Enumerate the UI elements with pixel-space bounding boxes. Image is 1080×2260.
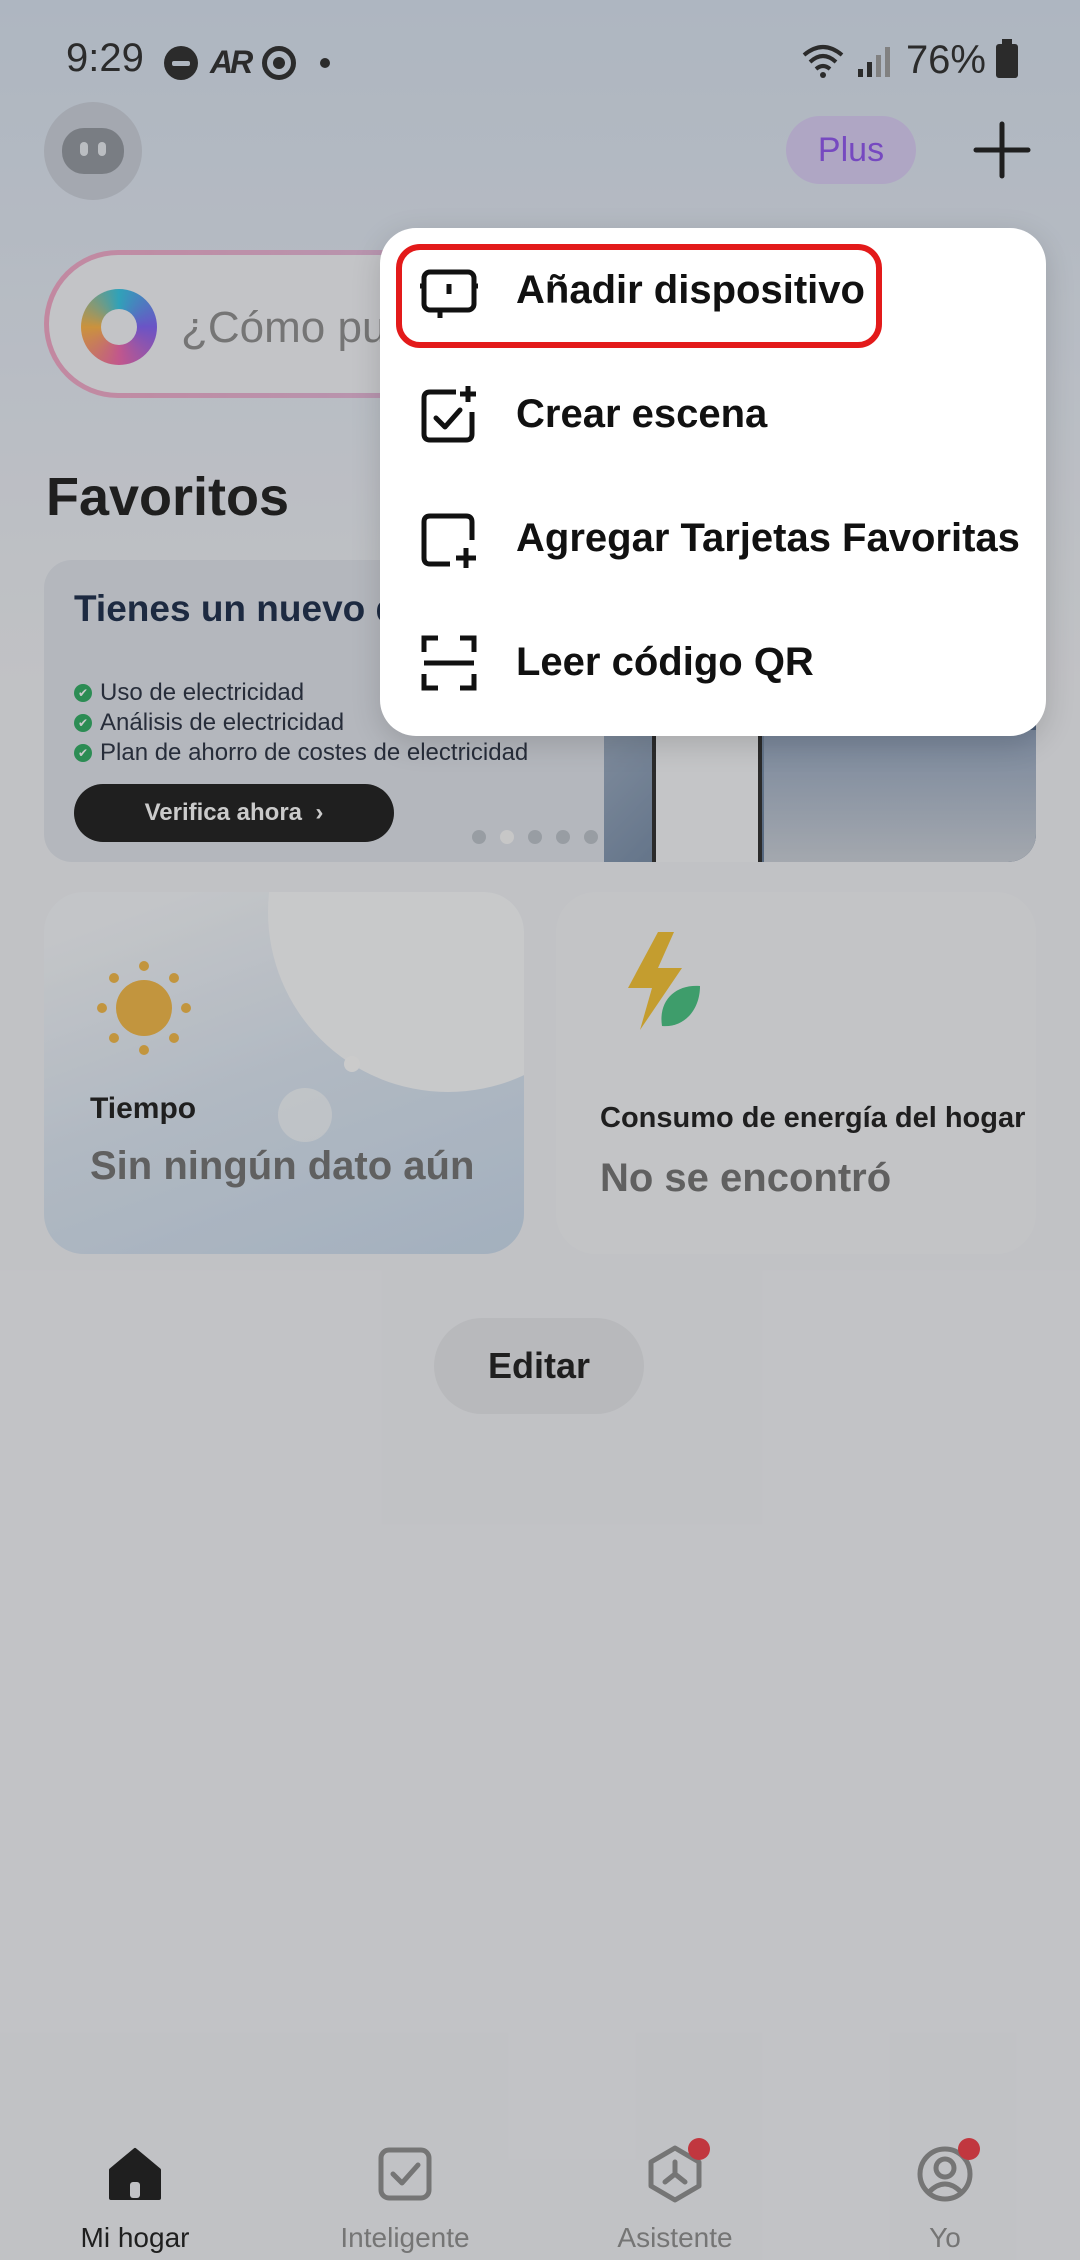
menu-item-add-favorite-card[interactable]: Agregar Tarjetas Favoritas	[380, 476, 1046, 600]
menu-item-scan-qr[interactable]: Leer código QR	[380, 600, 1046, 724]
menu-item-label: Añadir dispositivo	[516, 268, 865, 312]
menu-item-label: Agregar Tarjetas Favoritas	[516, 516, 1020, 560]
menu-item-create-scene[interactable]: Crear escena	[380, 352, 1046, 476]
add-card-icon	[421, 513, 476, 568]
menu-item-add-device[interactable]: Añadir dispositivo	[380, 228, 1046, 352]
menu-item-label: Crear escena	[516, 392, 768, 436]
home-screen: 9:29 AR 76% Plus ¿Cómo pue Favoritos Tie…	[0, 0, 1080, 2260]
add-device-icon	[420, 269, 478, 318]
create-scene-icon	[421, 386, 476, 443]
qr-scan-icon	[421, 635, 477, 691]
add-menu: Añadir dispositivo Crear escena Agregar …	[380, 228, 1046, 736]
menu-item-label: Leer código QR	[516, 640, 814, 684]
